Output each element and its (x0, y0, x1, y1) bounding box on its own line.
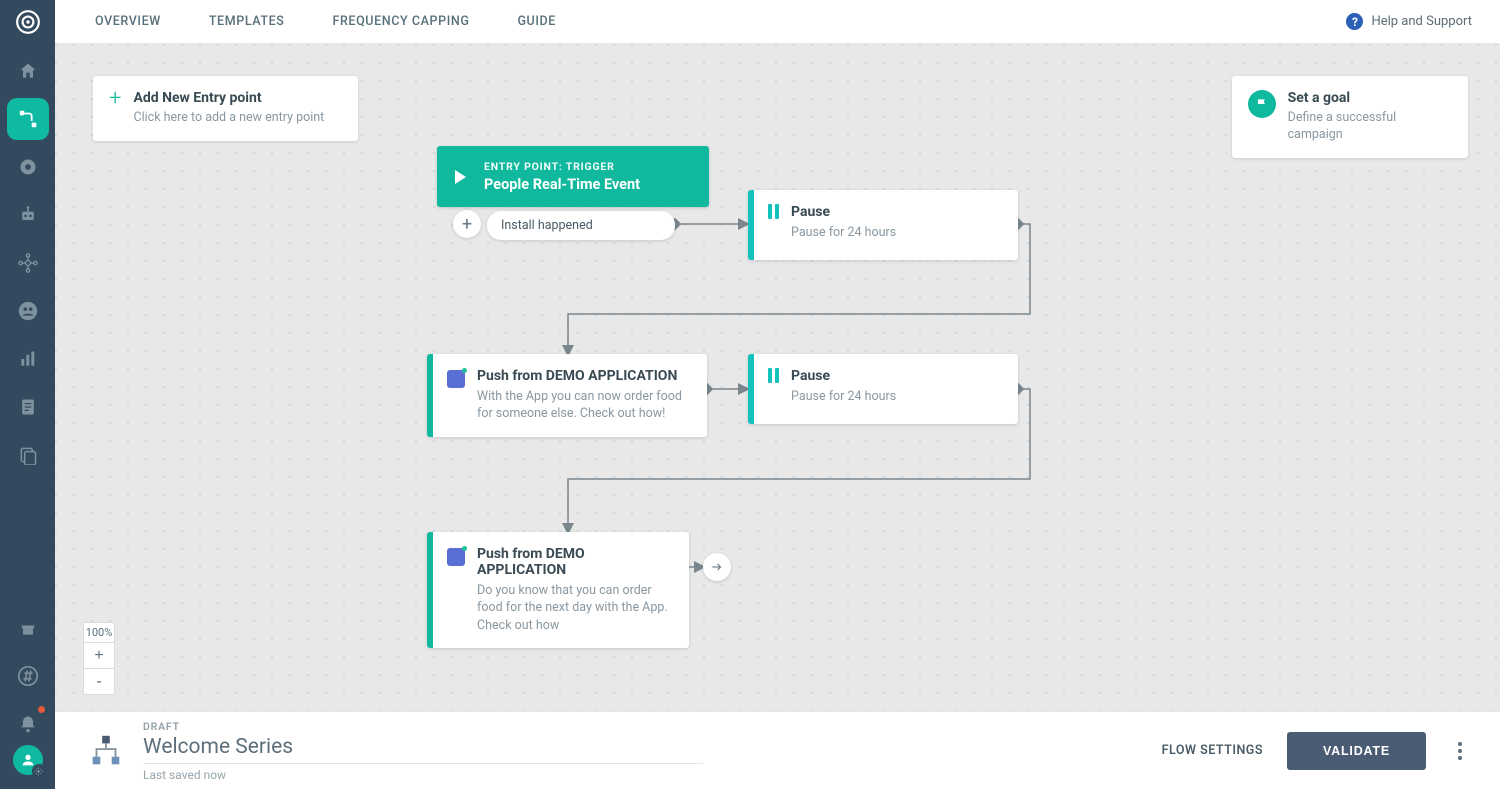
pause2-sub: Pause for 24 hours (791, 388, 1002, 405)
nav-users-icon[interactable] (7, 290, 49, 332)
tab-guide[interactable]: GUIDE (517, 0, 555, 43)
zoom-in-button[interactable]: + (83, 643, 115, 669)
tab-frequency-capping[interactable]: FREQUENCY CAPPING (332, 0, 469, 43)
flow-status: DRAFT (143, 720, 703, 733)
help-link[interactable]: ? Help and Support (1346, 13, 1472, 30)
entry-point-block[interactable]: ENTRY POINT: TRIGGER People Real-Time Ev… (437, 146, 709, 207)
flow-exit-button[interactable] (703, 553, 731, 581)
gear-icon (32, 764, 46, 778)
pause-node-1[interactable]: Pause Pause for 24 hours (748, 190, 1018, 260)
zoom-percent: 100% (83, 622, 115, 643)
add-condition-button[interactable]: + (453, 210, 481, 238)
bottom-bar: DRAFT Welcome Series Last saved now FLOW… (55, 711, 1500, 789)
flow-name-input[interactable]: Welcome Series (143, 735, 703, 764)
user-avatar[interactable] (13, 745, 43, 775)
flag-icon (1248, 90, 1276, 118)
top-tabs: OVERVIEW TEMPLATES FREQUENCY CAPPING GUI… (95, 0, 556, 43)
more-menu-button[interactable] (1450, 734, 1470, 768)
nav-robot-icon[interactable] (7, 194, 49, 236)
goal-sub: Define a successful campaign (1288, 110, 1452, 144)
nav-hash-icon[interactable] (7, 655, 49, 697)
flow-settings-button[interactable]: FLOW SETTINGS (1162, 743, 1263, 758)
pause2-title: Pause (791, 368, 1002, 384)
push2-sub: Do you know that you can order food for … (477, 582, 673, 634)
nav-library-icon[interactable] (7, 434, 49, 476)
flow-tree-icon (85, 730, 127, 772)
add-entry-card[interactable]: + Add New Entry point Click here to add … (93, 76, 358, 141)
goal-title: Set a goal (1288, 90, 1452, 106)
condition-chip[interactable]: Install happened (487, 211, 675, 240)
nav-network-icon[interactable] (7, 242, 49, 284)
nav-home-icon[interactable] (7, 50, 49, 92)
push1-sub: With the App you can now order food for … (477, 388, 691, 423)
push1-title: Push from DEMO APPLICATION (477, 368, 691, 384)
nav-flow-icon[interactable] (7, 98, 49, 140)
flow-canvas[interactable]: + Add New Entry point Click here to add … (55, 44, 1500, 711)
app-logo[interactable] (0, 0, 55, 44)
pause-icon (768, 368, 779, 383)
help-icon: ? (1346, 13, 1363, 30)
tab-templates[interactable]: TEMPLATES (209, 0, 285, 43)
push2-title: Push from DEMO APPLICATION (477, 546, 673, 578)
last-saved: Last saved now (143, 768, 703, 782)
zoom-controls: 100% + - (83, 622, 115, 695)
pause-icon (768, 204, 779, 219)
play-icon (455, 170, 466, 184)
nav-analytics-icon[interactable] (7, 338, 49, 380)
left-sidebar (0, 0, 55, 789)
add-entry-sub: Click here to add a new entry point (133, 110, 324, 127)
plus-icon: + (109, 90, 121, 108)
top-bar: OVERVIEW TEMPLATES FREQUENCY CAPPING GUI… (55, 0, 1500, 44)
nav-chat-icon[interactable] (7, 146, 49, 188)
tab-overview[interactable]: OVERVIEW (95, 0, 161, 43)
entry-kicker: ENTRY POINT: TRIGGER (484, 160, 640, 173)
nav-store-icon[interactable] (7, 607, 49, 649)
add-entry-title: Add New Entry point (133, 90, 324, 106)
nav-bell-icon[interactable] (7, 703, 49, 745)
push-icon (447, 370, 465, 388)
notification-dot (38, 706, 45, 713)
pause1-sub: Pause for 24 hours (791, 224, 1002, 241)
help-label: Help and Support (1371, 14, 1472, 29)
pause-node-2[interactable]: Pause Pause for 24 hours (748, 354, 1018, 424)
push-icon (447, 548, 465, 566)
pause1-title: Pause (791, 204, 1002, 220)
entry-title: People Real-Time Event (484, 176, 640, 193)
push-node-1[interactable]: Push from DEMO APPLICATION With the App … (427, 354, 707, 437)
nav-doc-icon[interactable] (7, 386, 49, 428)
push-node-2[interactable]: Push from DEMO APPLICATION Do you know t… (427, 532, 689, 648)
validate-button[interactable]: VALIDATE (1287, 732, 1426, 770)
goal-card[interactable]: Set a goal Define a successful campaign (1232, 76, 1468, 158)
zoom-out-button[interactable]: - (83, 669, 115, 695)
